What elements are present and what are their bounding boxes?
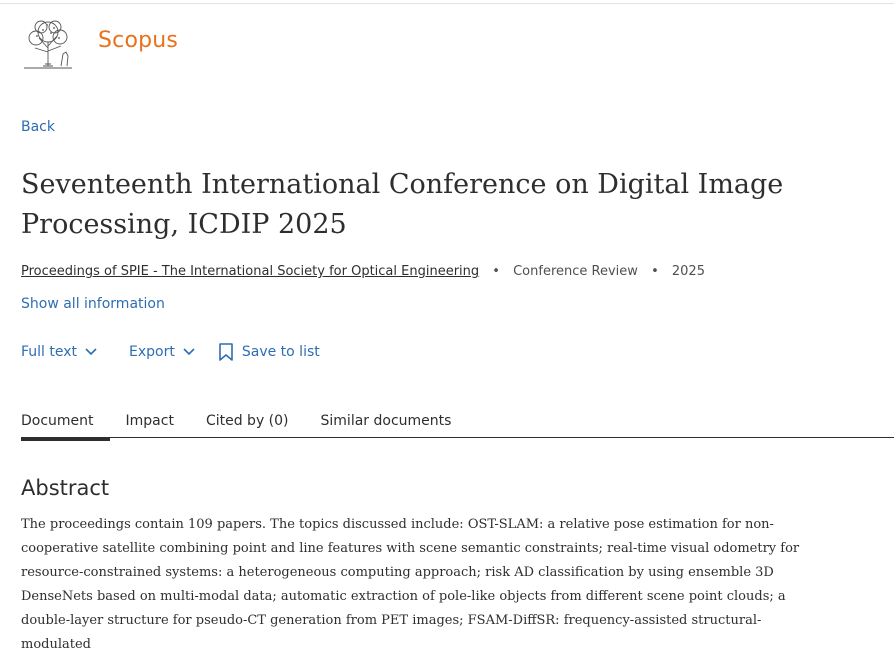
chevron-down-icon — [85, 348, 97, 356]
elsevier-tree-icon[interactable] — [21, 18, 75, 70]
top-divider — [0, 3, 894, 4]
full-text-label: Full text — [21, 344, 78, 360]
document-type: Conference Review — [513, 264, 638, 279]
abstract-heading: Abstract — [21, 476, 110, 500]
meta-separator: • — [492, 264, 500, 279]
save-to-list-label: Save to list — [241, 344, 320, 360]
export-button[interactable]: Export — [129, 344, 196, 360]
document-title: Seventeenth International Conference on … — [21, 169, 784, 240]
tabs-divider — [21, 437, 894, 438]
back-link[interactable]: Back — [21, 119, 55, 135]
show-all-information-link[interactable]: Show all information — [21, 296, 165, 312]
bookmark-icon — [219, 343, 233, 361]
full-text-button[interactable]: Full text — [21, 344, 98, 360]
action-bar: Full text Export Save to list — [21, 342, 320, 362]
abstract-text: The proceedings contain 109 papers. The … — [21, 517, 800, 652]
meta-separator: • — [651, 264, 659, 279]
chevron-down-icon — [183, 348, 195, 356]
export-label: Export — [129, 344, 175, 360]
source-link[interactable]: Proceedings of SPIE - The International … — [21, 264, 479, 279]
document-meta: Proceedings of SPIE - The International … — [21, 264, 705, 279]
save-to-list-button[interactable]: Save to list — [218, 342, 320, 362]
scopus-brand[interactable]: Scopus — [98, 28, 178, 53]
document-year: 2025 — [671, 264, 705, 279]
